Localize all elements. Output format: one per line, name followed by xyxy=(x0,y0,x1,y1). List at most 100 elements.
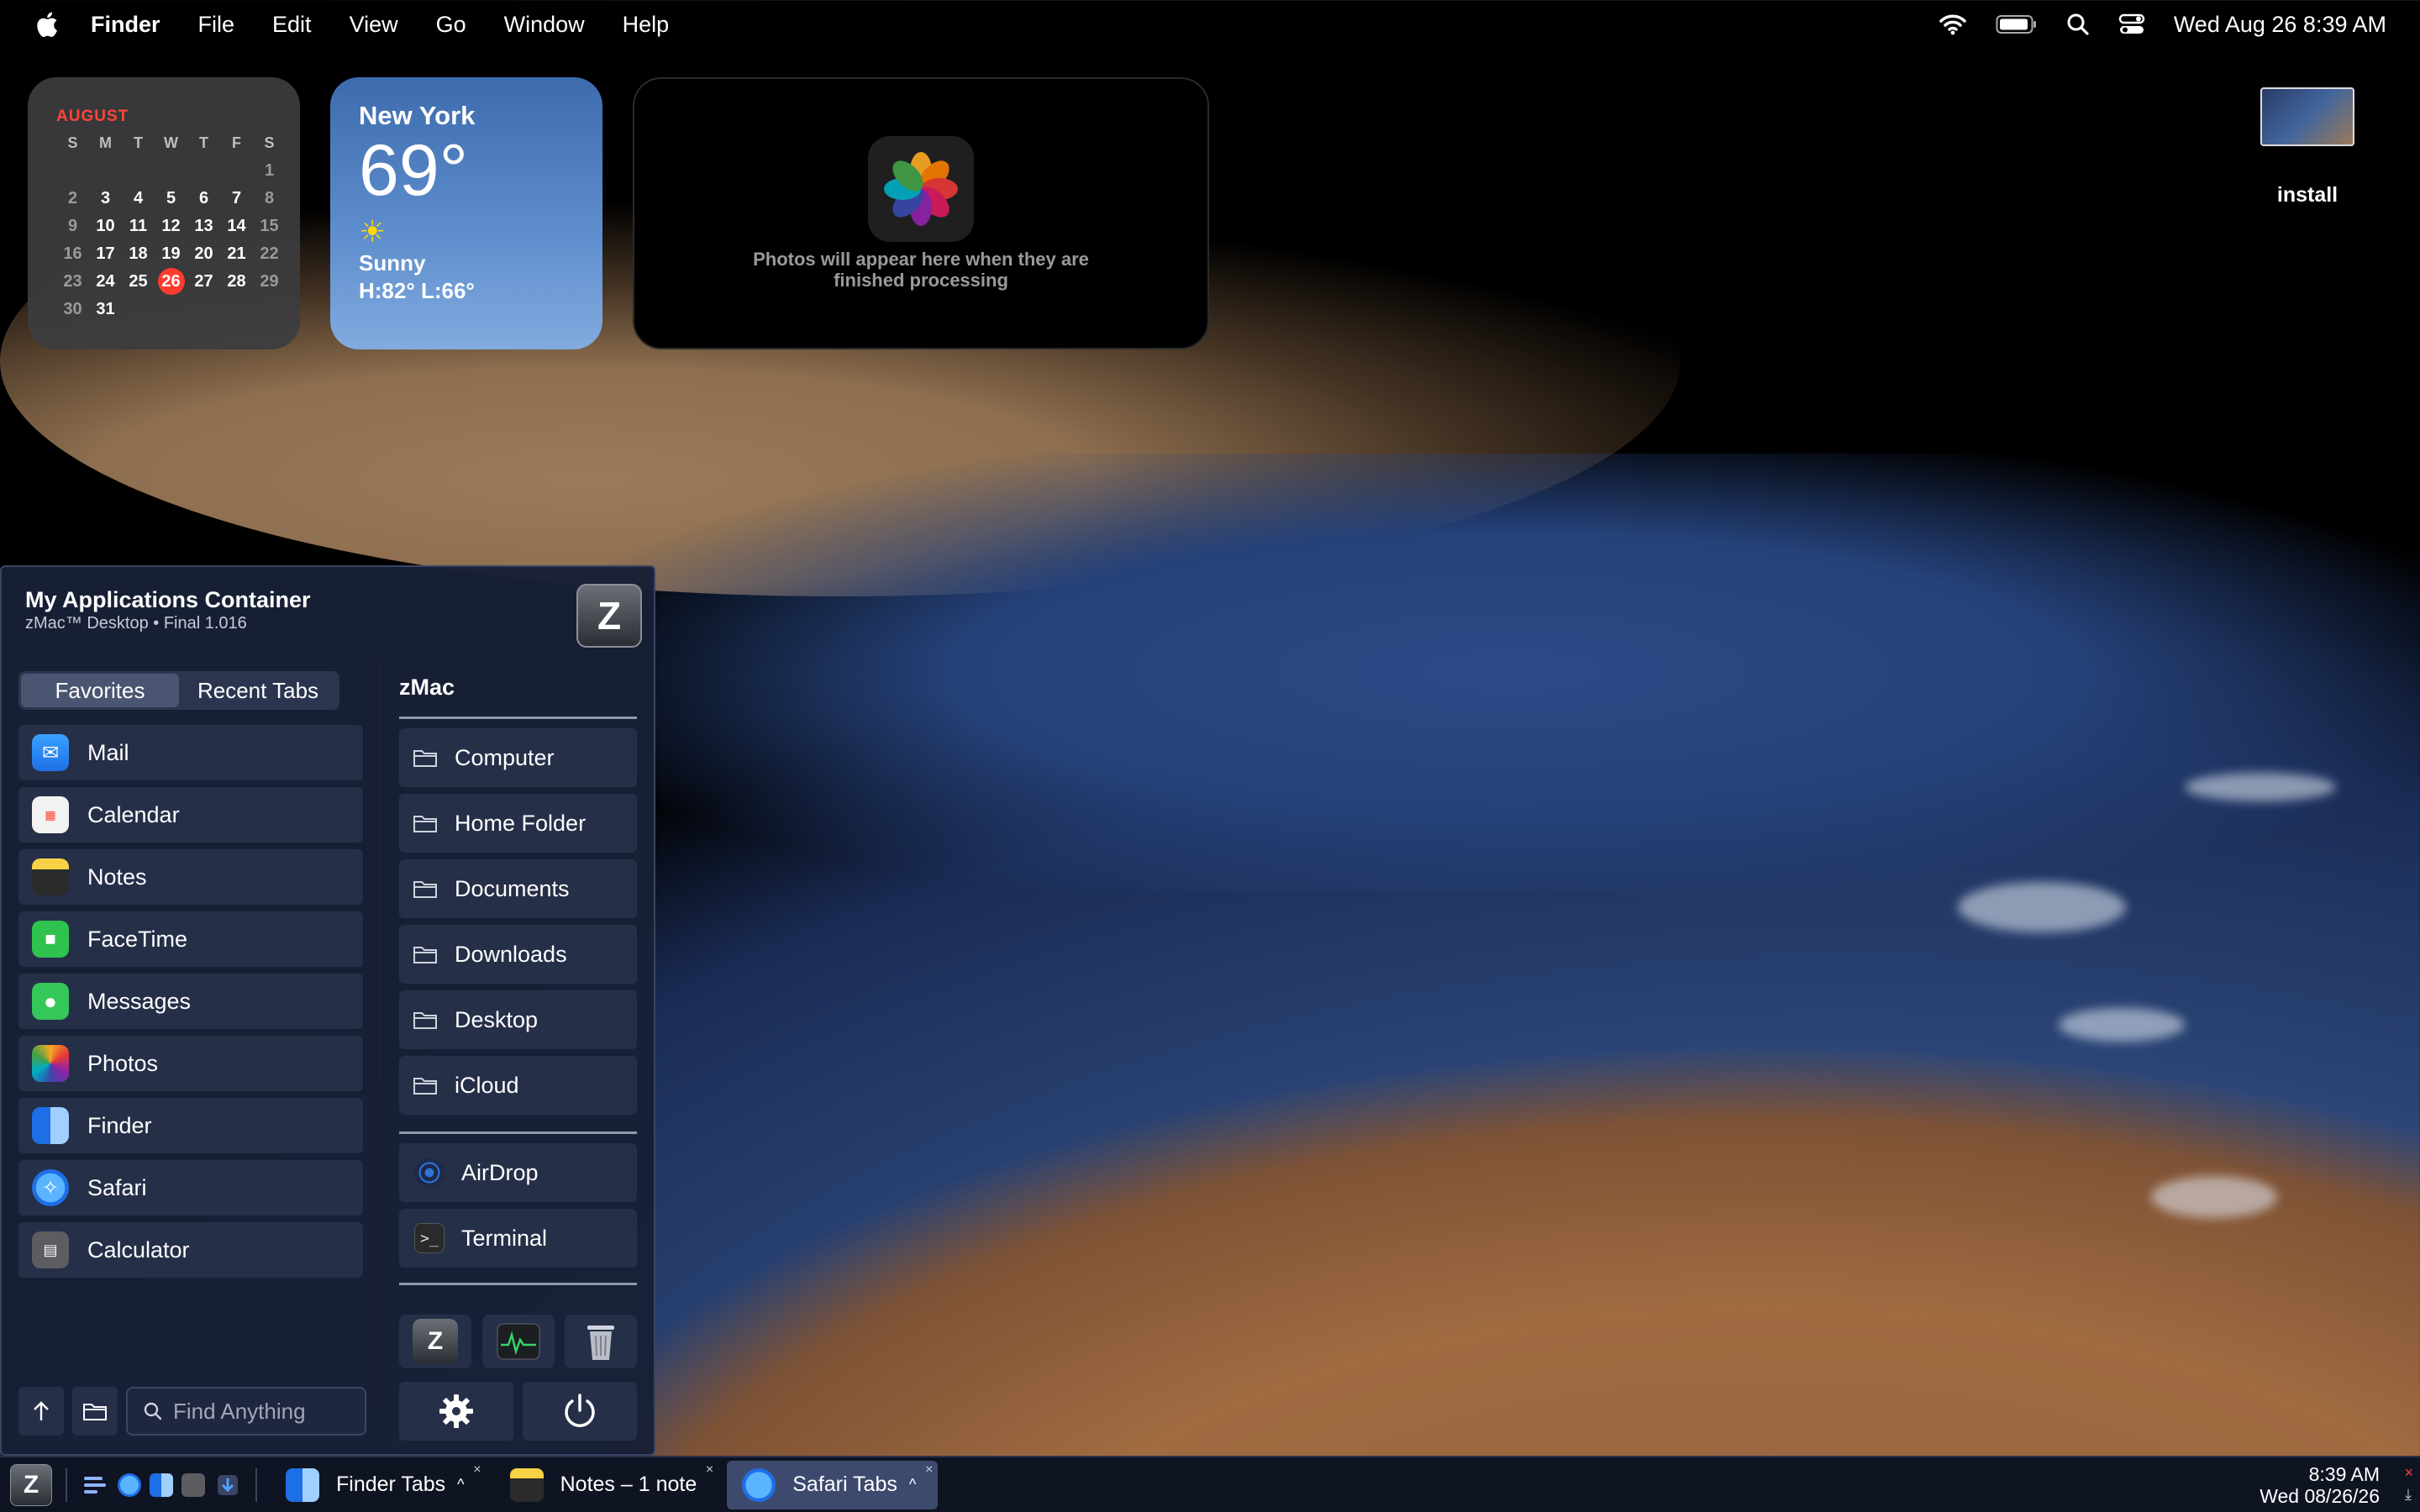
menu-help[interactable]: Help xyxy=(623,12,670,38)
folder-label: Computer xyxy=(455,744,555,770)
favorite-safari[interactable]: ✧ Safari xyxy=(18,1160,363,1215)
calculator-icon[interactable] xyxy=(182,1473,205,1497)
menu-go[interactable]: Go xyxy=(436,12,466,38)
favorite-finder[interactable]: Finder xyxy=(18,1098,363,1153)
weather-widget[interactable]: New York 69° ☀ Sunny H:82° L:66° xyxy=(330,77,602,349)
zmac-settings-button[interactable]: Z xyxy=(399,1315,471,1368)
favorite-calendar[interactable]: ▦ Calendar xyxy=(18,787,363,843)
find-anything-field[interactable] xyxy=(126,1387,366,1436)
calendar-day: 9 xyxy=(67,217,78,235)
desktop-item-install[interactable]: install xyxy=(2260,87,2354,207)
launcher-subtitle: zMac™ Desktop • Final 1.016 xyxy=(25,614,247,633)
calendar-day: 5 xyxy=(166,189,176,207)
tool-terminal[interactable]: >_ Terminal xyxy=(399,1209,637,1268)
zmac-start-button[interactable]: Z xyxy=(10,1463,52,1506)
power-button[interactable] xyxy=(523,1382,637,1441)
sun-icon: ☀ xyxy=(359,214,387,249)
calendar-day: 19 xyxy=(161,244,181,263)
calendar-day: 22 xyxy=(260,244,279,263)
folder-downloads[interactable]: Downloads xyxy=(399,925,637,984)
favorite-photos[interactable]: Photos xyxy=(18,1036,363,1091)
calendar-day: 4 xyxy=(133,189,144,207)
calendar-day: 18 xyxy=(129,244,148,263)
folder-label: Home Folder xyxy=(455,810,587,836)
folder-icon xyxy=(413,1012,437,1029)
menu-bar-clock[interactable]: Wed Aug 26 8:39 AM xyxy=(2174,12,2386,38)
battery-icon[interactable] xyxy=(1996,14,2038,34)
close-icon[interactable]: × xyxy=(706,1462,713,1478)
control-center-icon[interactable] xyxy=(2118,13,2145,36)
trash-button[interactable] xyxy=(565,1315,637,1368)
taskbar-safari-tabs[interactable]: Safari Tabs ^ × xyxy=(727,1460,939,1509)
favorite-facetime[interactable]: ■ FaceTime xyxy=(18,911,363,967)
notes-icon xyxy=(32,858,69,895)
taskbar-finder-tabs[interactable]: Finder Tabs ^ × xyxy=(271,1461,487,1509)
search-input[interactable] xyxy=(173,1398,358,1425)
open-folder-button[interactable] xyxy=(72,1387,118,1436)
folder-label: Documents xyxy=(455,875,570,901)
calendar-day: 2 xyxy=(67,189,78,207)
calendar-today: 26 xyxy=(157,268,185,295)
column-divider xyxy=(378,658,380,1405)
finder-icon[interactable] xyxy=(150,1473,173,1497)
calendar-day: 11 xyxy=(129,217,148,235)
calendar-weekday: T xyxy=(134,134,143,151)
favorite-mail[interactable]: ✉ Mail xyxy=(18,725,363,780)
spotlight-search-icon[interactable] xyxy=(2066,13,2090,36)
folder-home[interactable]: Home Folder xyxy=(399,794,637,853)
calendar-day xyxy=(89,157,122,185)
menu-window[interactable]: Window xyxy=(504,12,585,38)
tab-recent-tabs[interactable]: Recent Tabs xyxy=(179,674,337,707)
close-icon[interactable]: × xyxy=(925,1462,933,1478)
tab-favorites[interactable]: Favorites xyxy=(21,674,179,707)
favorite-label: Mail xyxy=(87,739,129,765)
calendar-widget[interactable]: AUGUST S M T W T F S 1 2 3 4 5 6 7 8 9 10 11 12 13 14 15 16 17 1… xyxy=(28,77,300,349)
activity-monitor-button[interactable] xyxy=(481,1315,555,1368)
menu-bar: Finder File Edit View Go Window Help Wed… xyxy=(0,0,2420,49)
safari-icon: ✧ xyxy=(32,1169,69,1206)
close-icon[interactable]: × xyxy=(473,1462,481,1478)
calendar-day: 31 xyxy=(96,300,115,318)
chevron-up-icon[interactable]: ^ xyxy=(457,1476,464,1494)
calendar-day: 6 xyxy=(198,189,209,207)
notes-icon xyxy=(509,1467,544,1502)
folder-documents[interactable]: Documents xyxy=(399,859,637,918)
downloads-icon[interactable] xyxy=(213,1471,242,1499)
safari-icon[interactable] xyxy=(118,1473,141,1497)
taskbar-clock[interactable]: 8:39 AM Wed 08/26/26 xyxy=(2260,1463,2420,1507)
weather-city: New York xyxy=(359,101,476,130)
safari-icon xyxy=(742,1467,776,1502)
menu-app-name[interactable]: Finder xyxy=(91,12,160,38)
menu-edit[interactable]: Edit xyxy=(272,12,312,38)
menu-view[interactable]: View xyxy=(350,12,398,38)
calendar-weekday: F xyxy=(232,134,241,151)
system-row xyxy=(399,1382,637,1441)
menu-file[interactable]: File xyxy=(198,12,235,38)
zmac-logo-button[interactable]: Z xyxy=(576,584,642,648)
favorite-messages[interactable]: ● Messages xyxy=(18,974,363,1029)
calendar-icon: ▦ xyxy=(32,796,69,833)
folder-label: Downloads xyxy=(455,941,567,967)
zmac-section-title: zMac xyxy=(399,675,455,700)
chevron-up-icon[interactable]: ^ xyxy=(909,1476,916,1494)
favorite-notes[interactable]: Notes xyxy=(18,849,363,905)
tool-airdrop[interactable]: AirDrop xyxy=(399,1143,637,1202)
folder-desktop[interactable]: Desktop xyxy=(399,990,637,1049)
wifi-icon[interactable] xyxy=(1939,13,1967,35)
up-arrow-button[interactable] xyxy=(18,1387,64,1436)
settings-button[interactable] xyxy=(399,1382,513,1441)
arrow-down-icon[interactable]: ⤓ xyxy=(2405,1486,2412,1504)
folder-icloud[interactable]: iCloud xyxy=(399,1056,637,1115)
photos-widget[interactable]: Photos will appear here when they are fi… xyxy=(633,77,1209,349)
calendar-day: 3 xyxy=(100,189,111,207)
apple-menu-icon[interactable] xyxy=(34,10,59,39)
close-icon[interactable]: × xyxy=(2404,1464,2413,1482)
calendar-day xyxy=(187,157,220,185)
folder-computer[interactable]: Computer xyxy=(399,728,637,787)
favorite-calculator[interactable]: ▤ Calculator xyxy=(18,1222,363,1278)
calendar-grid: S M T W T F S 1 2 3 4 5 6 7 8 9 10 11 12 13 14 15 16 17 18 19 20 21… xyxy=(56,129,280,323)
calendar-weekday: W xyxy=(164,134,178,151)
search-icon xyxy=(144,1402,162,1420)
taskbar-notes[interactable]: Notes – 1 note × xyxy=(495,1461,719,1509)
menu-lines-icon[interactable] xyxy=(81,1471,109,1499)
